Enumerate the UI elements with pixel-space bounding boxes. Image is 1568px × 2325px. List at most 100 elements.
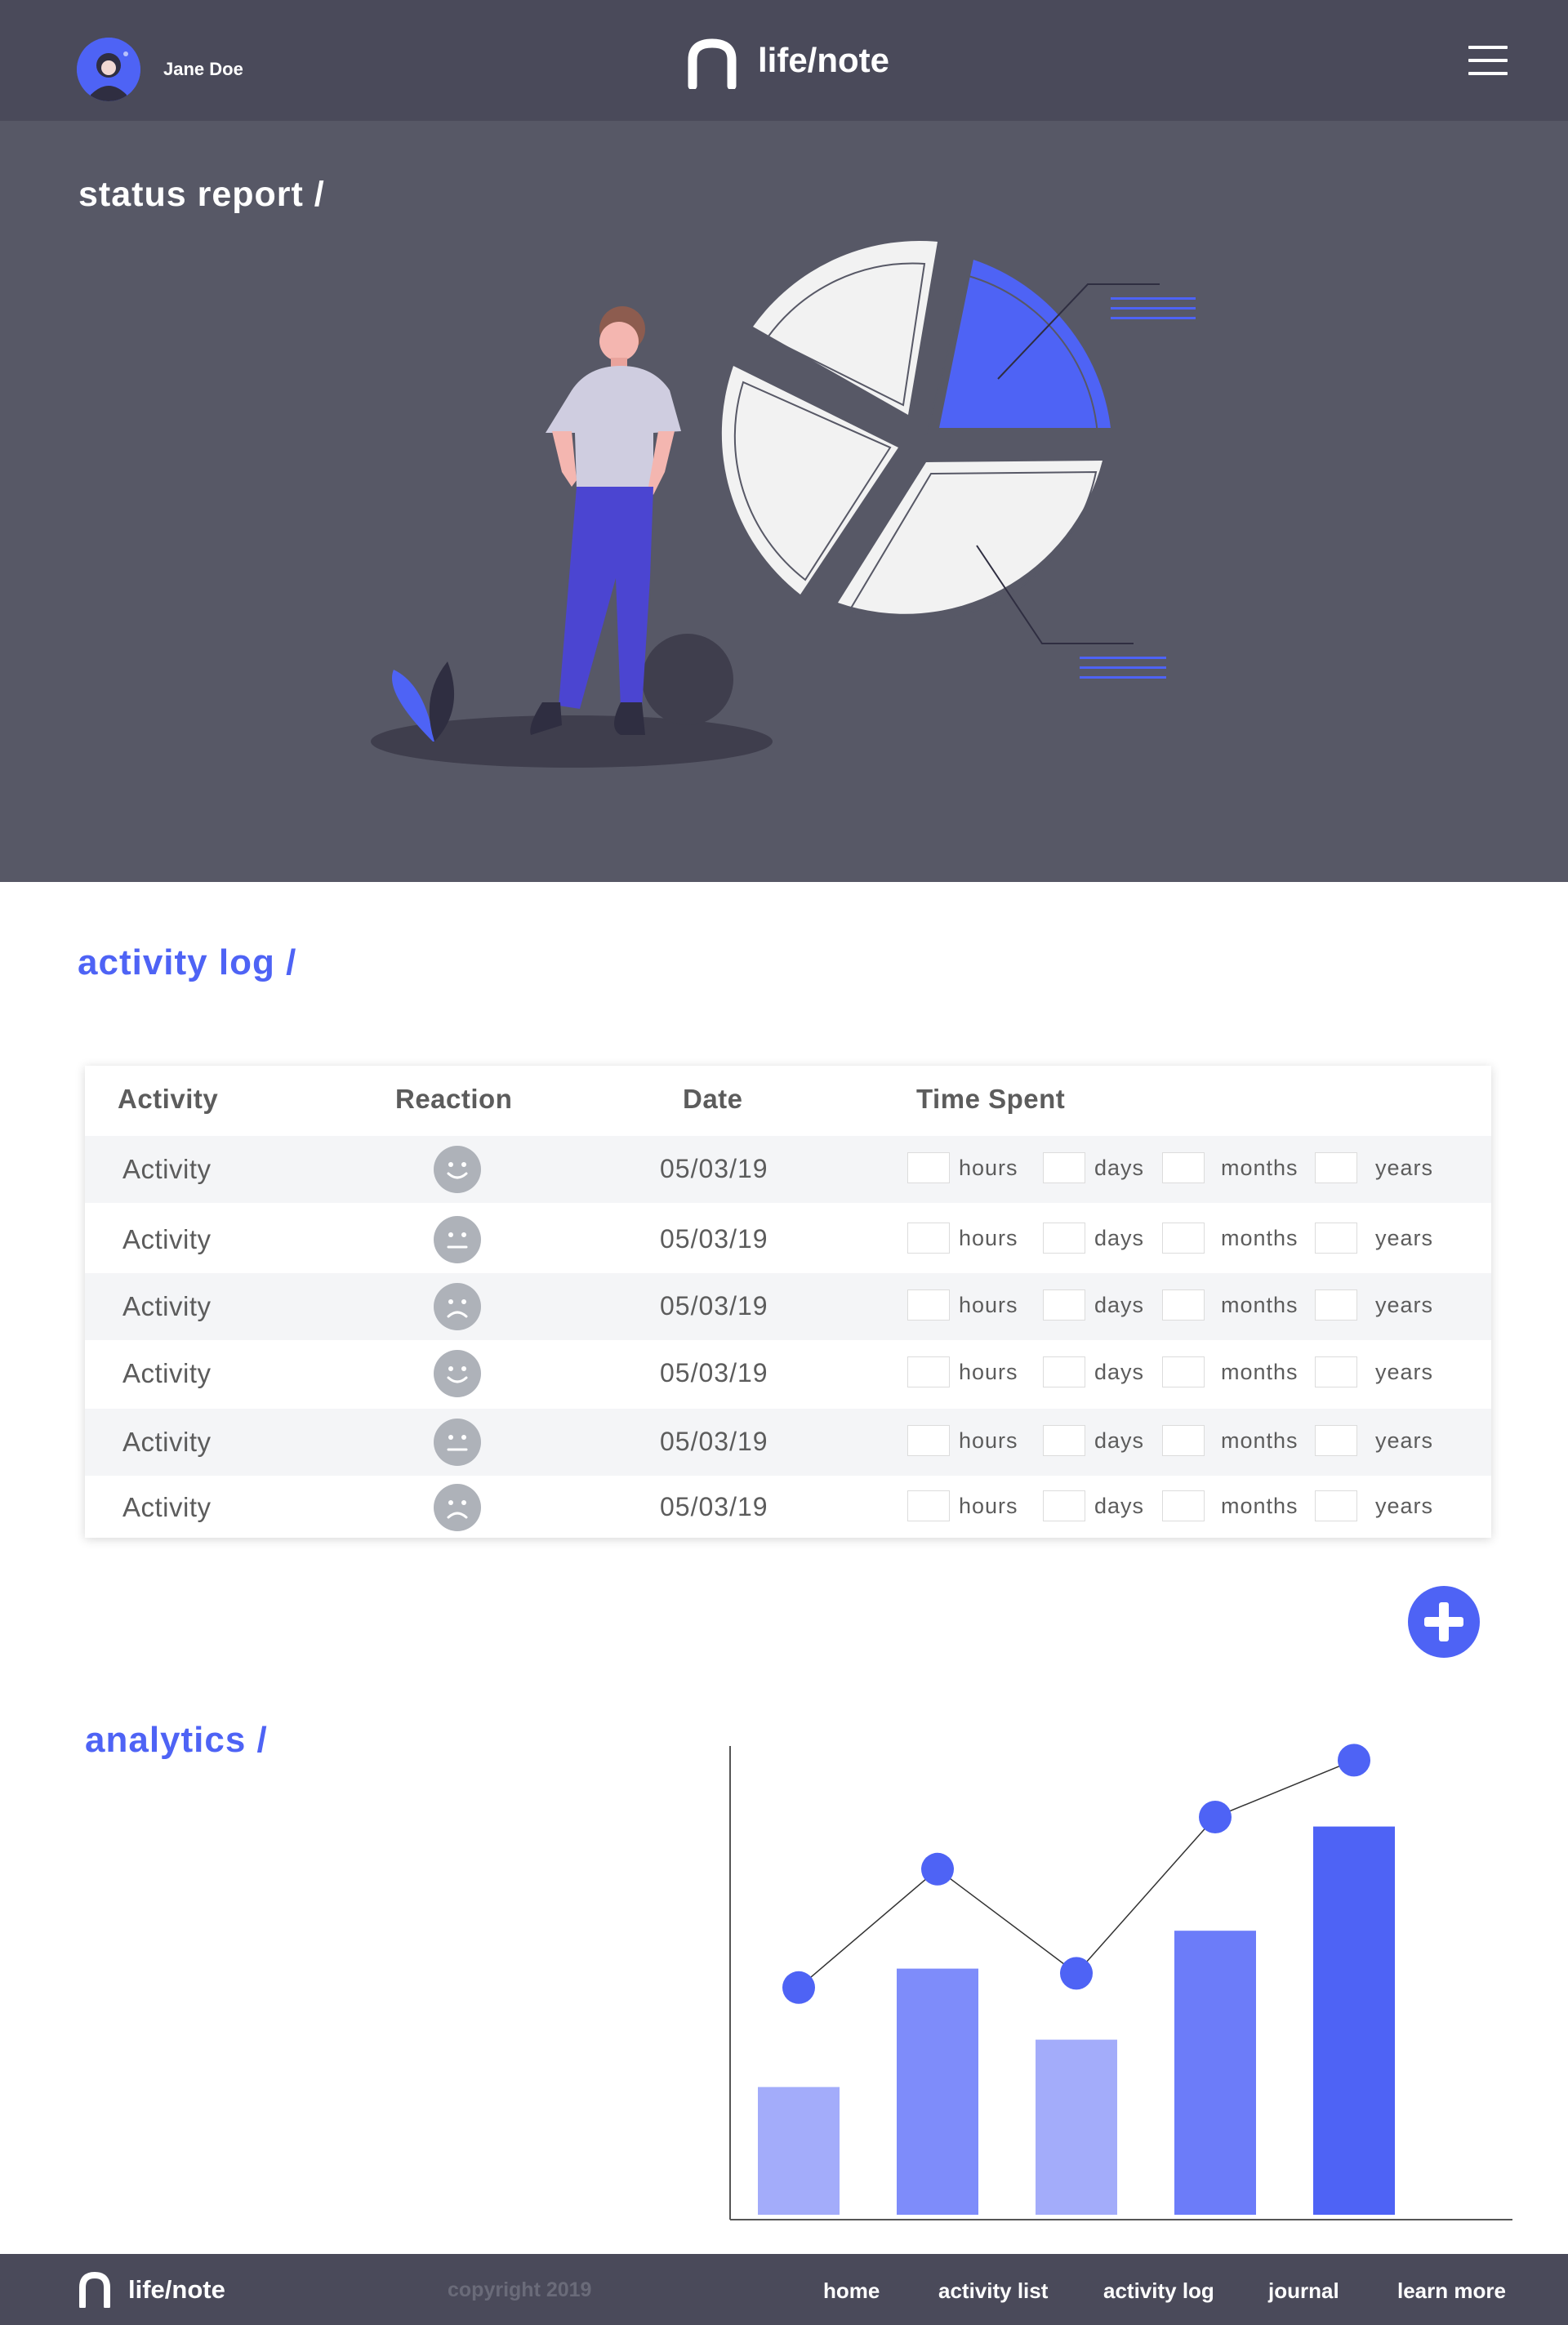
footer-link-learn-more[interactable]: learn more: [1397, 2278, 1506, 2304]
table-row: Activity 05/03/19 hours days months years: [85, 1206, 1491, 1273]
activity-date: 05/03/19: [660, 1427, 768, 1456]
days-input[interactable]: [1043, 1152, 1085, 1183]
chart-point: [1199, 1801, 1232, 1833]
months-input[interactable]: [1162, 1356, 1205, 1387]
months-label: months: [1221, 1226, 1298, 1250]
years-label: years: [1375, 1156, 1434, 1180]
hours-label: hours: [959, 1360, 1018, 1384]
hero-section: status report /: [0, 121, 1568, 882]
months-label: months: [1221, 1360, 1298, 1384]
years-label: years: [1375, 1293, 1434, 1317]
days-label: days: [1094, 1293, 1145, 1317]
footer-brand[interactable]: life/note: [128, 2275, 225, 2305]
chart-trend-line: [798, 1759, 1355, 1989]
footer-logo-icon[interactable]: [78, 2272, 111, 2308]
years-input[interactable]: [1315, 1425, 1357, 1456]
chart-point: [1338, 1744, 1370, 1777]
user-name: Jane Doe: [163, 59, 243, 79]
hamburger-menu-icon[interactable]: [1468, 46, 1508, 77]
happy-face-icon[interactable]: [433, 1145, 482, 1194]
activity-name[interactable]: Activity: [122, 1224, 212, 1255]
months-input[interactable]: [1162, 1289, 1205, 1321]
footer-link-activity-log[interactable]: activity log: [1103, 2278, 1214, 2304]
column-header-time-spent: Time Spent: [916, 1084, 1066, 1114]
footer-link-home[interactable]: home: [823, 2278, 880, 2304]
hours-label: hours: [959, 1494, 1018, 1518]
hours-input[interactable]: [907, 1356, 950, 1387]
activity-date: 05/03/19: [660, 1154, 768, 1183]
months-input[interactable]: [1162, 1223, 1205, 1254]
days-input[interactable]: [1043, 1289, 1085, 1321]
activity-name[interactable]: Activity: [122, 1492, 212, 1523]
days-input[interactable]: [1043, 1490, 1085, 1521]
chart-bar: [758, 2087, 840, 2215]
table-row: Activity 05/03/19 hours days months years: [85, 1409, 1491, 1476]
add-activity-button[interactable]: [1408, 1586, 1480, 1658]
months-input[interactable]: [1162, 1490, 1205, 1521]
status-report-illustration: [371, 240, 1196, 768]
hours-input[interactable]: [907, 1152, 950, 1183]
days-label: days: [1094, 1428, 1145, 1453]
activity-name[interactable]: Activity: [122, 1154, 212, 1185]
pie-chart-graphic: [721, 240, 1196, 679]
sad-face-icon[interactable]: [433, 1282, 482, 1331]
activity-date: 05/03/19: [660, 1224, 768, 1254]
months-label: months: [1221, 1494, 1298, 1518]
activity-name[interactable]: Activity: [122, 1291, 212, 1322]
user-avatar[interactable]: [77, 38, 140, 101]
days-label: days: [1094, 1494, 1145, 1518]
avatar-portrait-icon: [77, 38, 140, 101]
months-input[interactable]: [1162, 1152, 1205, 1183]
happy-face-icon[interactable]: [433, 1349, 482, 1398]
top-bar: Jane Doe life/note: [0, 0, 1568, 121]
days-label: days: [1094, 1360, 1145, 1384]
days-label: days: [1094, 1156, 1145, 1180]
table-row: Activity 05/03/19 hours days months years: [85, 1340, 1491, 1407]
copyright-text: copyright 2019: [448, 2278, 592, 2301]
hours-label: hours: [959, 1156, 1018, 1180]
neutral-face-icon[interactable]: [433, 1215, 482, 1264]
days-input[interactable]: [1043, 1356, 1085, 1387]
activity-date: 05/03/19: [660, 1492, 768, 1521]
column-header-reaction: Reaction: [395, 1084, 513, 1114]
activity-name[interactable]: Activity: [122, 1358, 212, 1389]
years-input[interactable]: [1315, 1356, 1357, 1387]
footer-link-journal[interactable]: journal: [1268, 2278, 1339, 2304]
column-header-activity: Activity: [118, 1084, 219, 1114]
years-label: years: [1375, 1226, 1434, 1250]
hours-input[interactable]: [907, 1289, 950, 1321]
chart-point: [782, 1971, 815, 2004]
brand-name[interactable]: life/note: [758, 41, 889, 80]
table-row: Activity 05/03/19 hours days months years: [85, 1474, 1491, 1541]
activity-log-title: activity log /: [78, 942, 297, 982]
hours-input[interactable]: [907, 1490, 950, 1521]
hours-input[interactable]: [907, 1425, 950, 1456]
years-input[interactable]: [1315, 1289, 1357, 1321]
sad-face-icon[interactable]: [433, 1483, 482, 1532]
years-input[interactable]: [1315, 1490, 1357, 1521]
days-input[interactable]: [1043, 1223, 1085, 1254]
activity-name[interactable]: Activity: [122, 1427, 212, 1458]
neutral-face-icon[interactable]: [433, 1418, 482, 1467]
analytics-chart: [729, 1744, 1512, 2220]
column-header-date: Date: [683, 1084, 743, 1114]
hours-label: hours: [959, 1428, 1018, 1453]
brand-logo-icon[interactable]: [688, 38, 737, 89]
chart-point: [921, 1852, 954, 1886]
footer: life/note copyright 2019 home activity l…: [0, 2254, 1568, 2325]
hours-input[interactable]: [907, 1223, 950, 1254]
activity-date: 05/03/19: [660, 1358, 768, 1387]
days-input[interactable]: [1043, 1425, 1085, 1456]
years-input[interactable]: [1315, 1223, 1357, 1254]
chart-point: [1060, 1957, 1093, 1990]
chart-bar: [1036, 2039, 1117, 2215]
years-input[interactable]: [1315, 1152, 1357, 1183]
years-label: years: [1375, 1360, 1434, 1384]
months-input[interactable]: [1162, 1425, 1205, 1456]
footer-link-activity-list[interactable]: activity list: [938, 2278, 1048, 2304]
activity-date: 05/03/19: [660, 1291, 768, 1321]
months-label: months: [1221, 1293, 1298, 1317]
months-label: months: [1221, 1156, 1298, 1180]
days-label: days: [1094, 1226, 1145, 1250]
table-row: Activity 05/03/19 hours days months years: [85, 1273, 1491, 1340]
